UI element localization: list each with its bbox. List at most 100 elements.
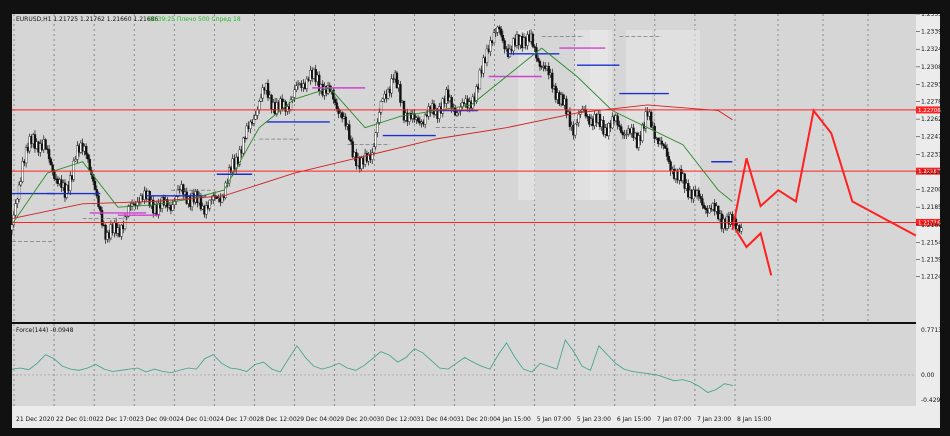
x-tick-label: 29 Dec 04:00 — [296, 416, 337, 423]
candle-body — [704, 207, 708, 210]
x-tick-label: 22 Dec 01:00 — [56, 416, 97, 423]
candle-body — [416, 117, 420, 122]
price-label: 1.22706 — [918, 108, 941, 114]
candle-body — [293, 89, 296, 98]
candle-body — [372, 146, 376, 153]
x-tick-label: 7 Jan 07:00 — [657, 416, 691, 423]
candle-body — [47, 149, 51, 160]
candle-body — [99, 206, 102, 211]
candle-body — [49, 158, 53, 166]
candle-body — [97, 195, 100, 207]
y-tick-label: 1.23240 — [921, 46, 946, 53]
x-tick-label: 4 Jan 15:00 — [497, 416, 531, 423]
candle-body — [16, 198, 19, 204]
candle-body — [171, 204, 174, 211]
candle-body — [84, 146, 88, 155]
y-tick-label: 1.21390 — [921, 256, 946, 263]
candle-body — [697, 190, 701, 197]
x-tick-label: 5 Jan 07:00 — [537, 416, 571, 423]
x-tick-label: 7 Jan 23:00 — [697, 416, 731, 423]
candle-body — [740, 227, 743, 232]
x-tick-label: 6 Jan 15:00 — [617, 416, 651, 423]
candle-body — [17, 184, 21, 200]
y-tick-label: 1.22160 — [921, 169, 946, 176]
chart-svg: 1.227061.221671.21716 1.235501.233951.23… — [0, 0, 950, 436]
candle-body — [664, 145, 667, 149]
force-y-tick-label: -0.4295 — [921, 397, 944, 404]
force-title: Force(144) -0.0948 — [16, 327, 74, 334]
y-tick-label: 1.23085 — [921, 64, 946, 71]
candle-body — [254, 115, 257, 120]
candle-body — [257, 101, 261, 110]
candle-body — [335, 102, 339, 110]
candle-body — [649, 111, 653, 128]
candle-body — [618, 124, 621, 127]
indicator-info: 00:39:25 Плечо 500 Спред 18 — [148, 16, 241, 23]
candle-body — [653, 125, 656, 139]
candle-body — [503, 40, 506, 50]
y-tick-label: 1.23395 — [921, 29, 946, 36]
y-tick-label: 1.22780 — [921, 99, 946, 106]
candle-body — [619, 126, 623, 133]
candle-body — [19, 181, 23, 186]
y-tick-label: 1.21695 — [921, 222, 946, 229]
candle-body — [399, 84, 402, 103]
candle-body — [538, 61, 542, 67]
candle-body — [574, 123, 577, 136]
candle-body — [457, 110, 460, 114]
candle-body — [291, 97, 294, 100]
candle-body — [667, 156, 671, 162]
candle-body — [333, 99, 337, 103]
candle-body — [349, 139, 353, 142]
candle-body — [208, 199, 211, 209]
candle-body — [259, 97, 263, 102]
x-tick-label: 24 Dec 17:00 — [216, 416, 257, 423]
candle-body — [74, 159, 77, 162]
symbol-info: EURUSD,H1 1.21725 1.21762 1.21660 1.2168… — [16, 16, 158, 23]
y-tick-label: 1.21240 — [921, 274, 946, 281]
candle-body — [577, 114, 580, 123]
candle-body — [531, 33, 535, 47]
candle-body — [584, 109, 588, 117]
candle-body — [499, 28, 503, 36]
candle-body — [660, 140, 663, 145]
candle-body — [93, 180, 97, 190]
x-tick-label: 31 Dec 04:00 — [417, 416, 458, 423]
candle-body — [662, 143, 665, 146]
candle-body — [378, 112, 381, 123]
candle-body — [702, 205, 706, 209]
candle-body — [501, 34, 505, 41]
candle-body — [72, 160, 75, 180]
candle-body — [536, 58, 540, 62]
candle-body — [51, 164, 54, 172]
x-tick-label: 29 Dec 20:00 — [336, 416, 377, 423]
candle-body — [455, 112, 459, 116]
candle-body — [390, 78, 393, 94]
candle-body — [14, 203, 17, 216]
candle-body — [616, 115, 619, 126]
y-tick-label: 1.21850 — [921, 204, 946, 211]
x-tick-label: 8 Jan 15:00 — [737, 416, 771, 423]
candle-body — [95, 189, 98, 196]
x-tick-label: 22 Dec 17:00 — [96, 416, 137, 423]
candle-body — [348, 124, 351, 140]
candle-body — [242, 137, 245, 154]
x-tick-label: 31 Dec 20:00 — [457, 416, 498, 423]
y-tick-label: 1.22930 — [921, 81, 946, 88]
y-tick-label: 1.22470 — [921, 134, 946, 141]
candle-body — [86, 154, 90, 160]
candle-body — [256, 109, 259, 116]
candle-body — [450, 97, 453, 109]
x-tick-label: 5 Jan 23:00 — [577, 416, 611, 423]
candle-body — [175, 196, 178, 202]
candle-body — [665, 148, 669, 157]
x-tick-label: 30 Dec 12:00 — [377, 416, 418, 423]
y-tick-label: 1.22625 — [921, 116, 946, 123]
y-tick-label: 1.21540 — [921, 239, 946, 246]
main-plot-area — [12, 14, 916, 322]
candle-body — [701, 198, 704, 206]
candle-body — [498, 26, 501, 30]
y-tick-label: 1.23550 — [921, 11, 946, 18]
candle-body — [295, 85, 298, 91]
candle-body — [252, 119, 256, 124]
